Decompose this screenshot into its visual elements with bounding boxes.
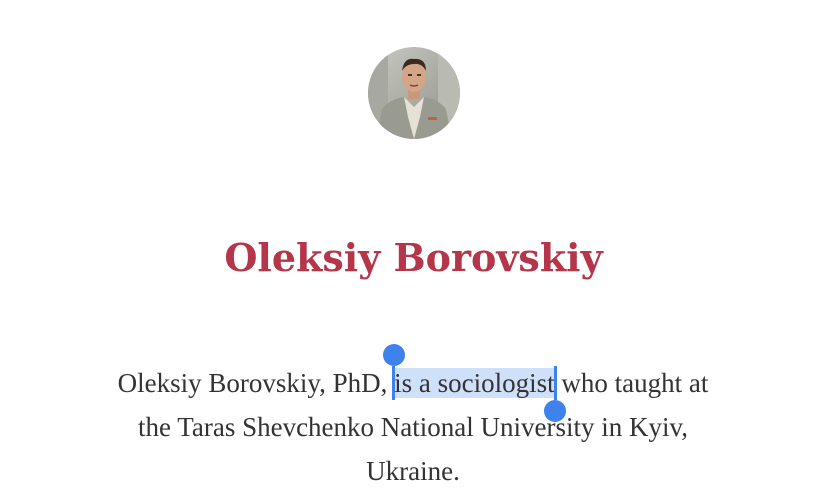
bio-text-before: Oleksiy Borovskiy, PhD, — [117, 368, 395, 398]
text-selection[interactable]: is a sociologist — [382, 344, 567, 422]
selection-start-handle[interactable] — [382, 344, 405, 400]
bio-selected-text: is a sociologist — [394, 368, 555, 398]
avatar-photo — [368, 47, 460, 139]
selection-end-handle[interactable] — [544, 366, 567, 422]
selection-start-knob[interactable] — [382, 344, 405, 366]
profile-page: Oleksiy Borovskiy Oleksiy Borovskiy, PhD… — [0, 0, 827, 504]
selection-end-knob[interactable] — [544, 400, 567, 422]
profile-bio: Oleksiy Borovskiy, PhD, is a sociologist… — [113, 344, 713, 493]
avatar — [368, 47, 460, 139]
profile-name: Oleksiy Borovskiy — [224, 235, 603, 280]
